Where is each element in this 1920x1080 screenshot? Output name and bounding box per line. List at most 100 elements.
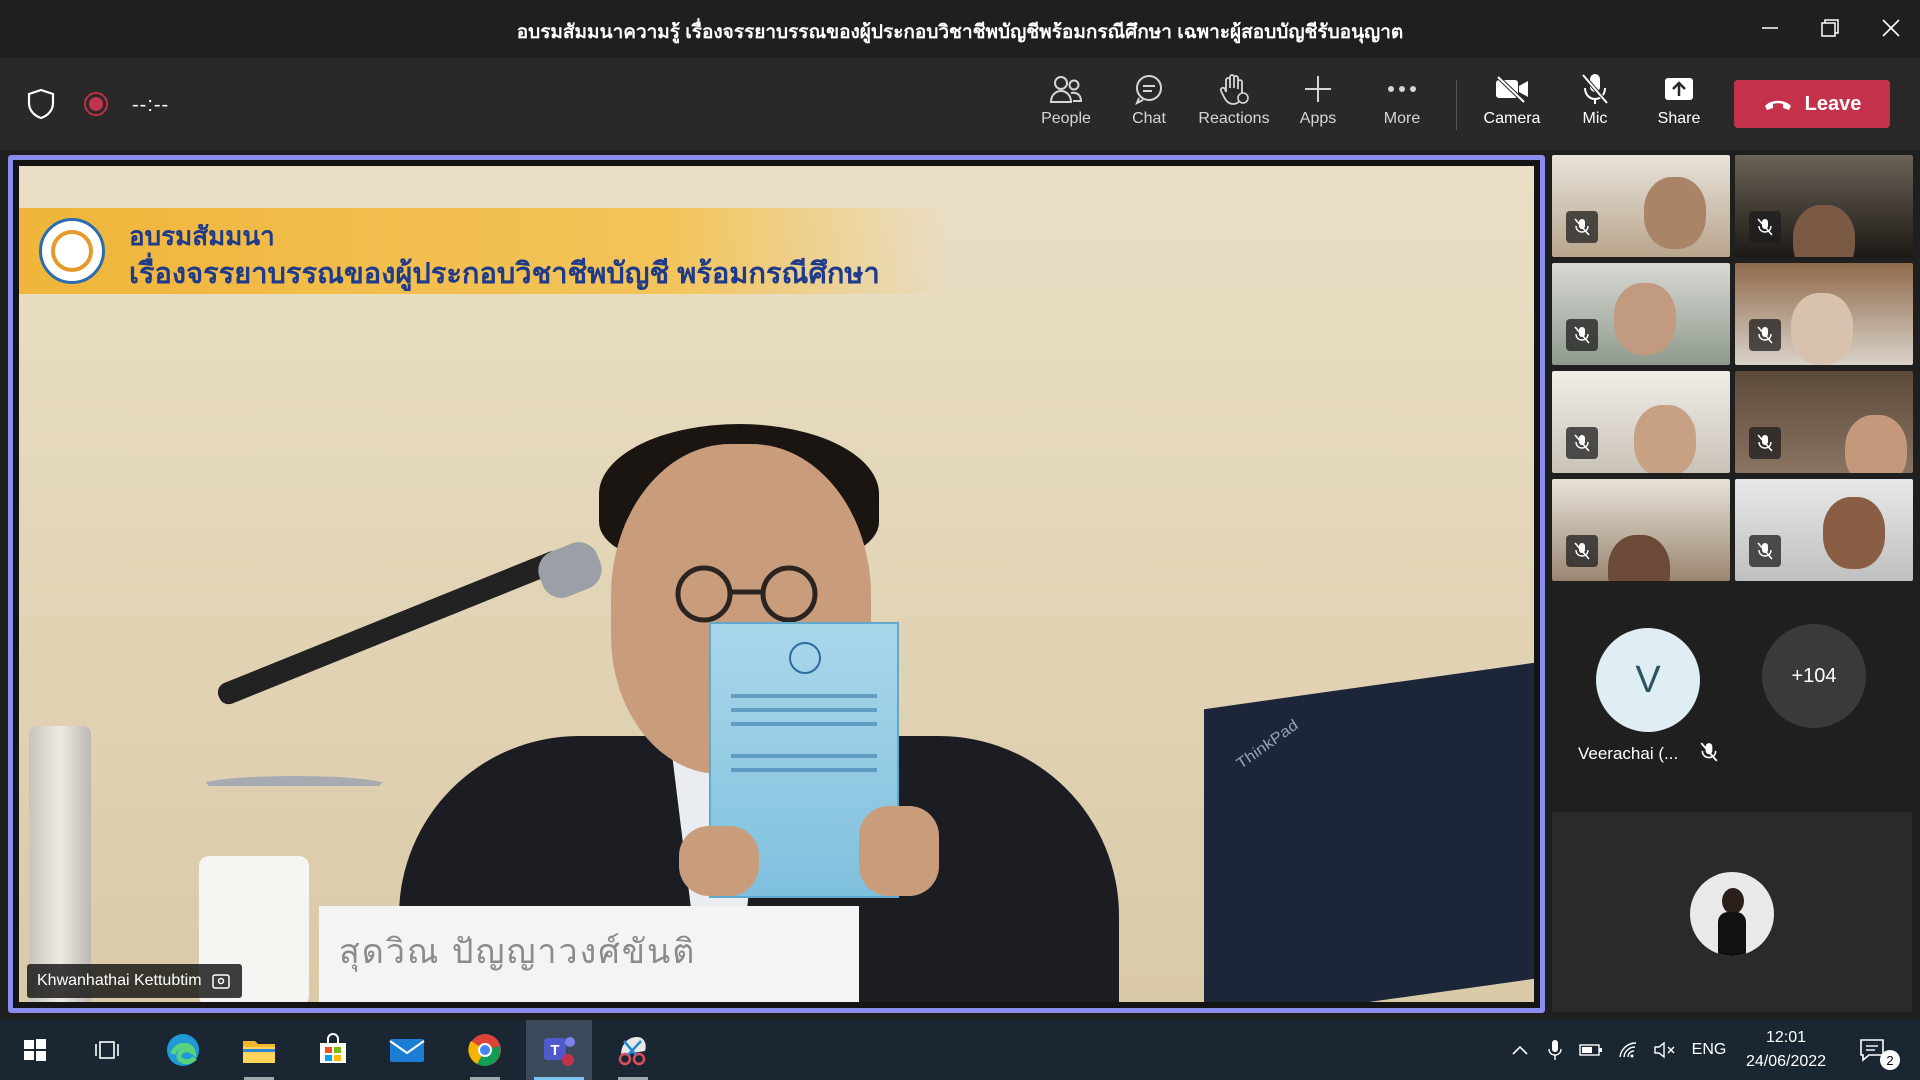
participant-tile[interactable]: [1552, 155, 1730, 257]
interpreter-avatar[interactable]: [1690, 872, 1774, 956]
minimize-button[interactable]: [1752, 12, 1788, 44]
task-view-icon: [95, 1041, 119, 1059]
toolbar-divider: [1456, 80, 1457, 130]
raise-hand-icon: [1219, 74, 1249, 105]
people-icon: [1049, 76, 1083, 103]
overflow-participants-button[interactable]: +104: [1762, 624, 1866, 728]
windows-start-icon: [24, 1039, 46, 1061]
mic-muted-badge: [1749, 427, 1781, 459]
camera-button[interactable]: Camera: [1470, 72, 1554, 136]
chevron-up-icon: [1512, 1045, 1528, 1055]
mic-off-icon: [1757, 218, 1773, 236]
battery-tray-button[interactable]: [1574, 1020, 1608, 1080]
speaker-video: อบรมสัมมนา เรื่องจรรยาบรรณของผู้ประกอบวิ…: [19, 166, 1534, 1002]
speaker-nameplate: สุดวิณ ปัญญาวงศ์ขันติ: [319, 906, 859, 1002]
laptop: ThinkPad: [1204, 662, 1534, 1002]
mic-label: Mic: [1582, 110, 1608, 127]
start-button[interactable]: [2, 1020, 68, 1080]
mic-off-icon: [1574, 434, 1590, 452]
teams-app[interactable]: T: [526, 1020, 592, 1080]
speaker-glasses: [675, 565, 818, 623]
close-icon: [1882, 19, 1900, 37]
camera-off-icon: [1496, 75, 1528, 103]
participant-tile[interactable]: [1735, 155, 1913, 257]
microphone-tray-button[interactable]: [1540, 1020, 1570, 1080]
meeting-title: อบรมสัมมนาความรู้ เรื่องจรรยาบรรณของผู้ป…: [516, 22, 1404, 43]
laptop-brand: ThinkPad: [1234, 717, 1302, 773]
meeting-toolbar: --:-- People Chat Reactions Apps More Ca…: [0, 58, 1920, 150]
mic-off-icon: [1574, 218, 1590, 236]
recording-indicator: [84, 92, 108, 116]
mic-off-icon: [1757, 326, 1773, 344]
participant-tile[interactable]: [1552, 263, 1730, 365]
microphone-arm: [214, 548, 567, 708]
store-icon: [320, 1033, 346, 1063]
mail-app[interactable]: [374, 1020, 440, 1080]
snip-icon: [618, 1037, 646, 1066]
chat-label: Chat: [1132, 110, 1166, 127]
ellipsis-icon: [1388, 86, 1416, 92]
restore-icon: [1821, 19, 1839, 37]
mic-button[interactable]: Mic: [1553, 72, 1637, 136]
microphone-gooseneck: [199, 776, 389, 796]
edge-icon: [167, 1034, 199, 1066]
reactions-button[interactable]: Reactions: [1192, 72, 1276, 136]
chat-button[interactable]: Chat: [1107, 72, 1191, 136]
speaker-right-hand: [859, 806, 939, 896]
participant-tile[interactable]: [1552, 371, 1730, 473]
more-button[interactable]: More: [1360, 72, 1444, 136]
speaker-muted-icon: [1654, 1041, 1675, 1059]
people-button[interactable]: People: [1024, 72, 1108, 136]
participant-avatar[interactable]: V: [1596, 628, 1700, 732]
file-explorer-icon: [243, 1041, 275, 1063]
input-language[interactable]: ENG: [1684, 1020, 1734, 1080]
volume-tray-button[interactable]: [1648, 1020, 1682, 1080]
participant-tile[interactable]: [1552, 479, 1730, 581]
taskbar-clock[interactable]: 12:01 24/06/2022: [1740, 1026, 1832, 1074]
main-video-stage[interactable]: อบรมสัมมนา เรื่องจรรยาบรรณของผู้ประกอบวิ…: [8, 155, 1545, 1013]
mic-muted-badge: [1749, 535, 1781, 567]
share-button[interactable]: Share: [1637, 72, 1721, 136]
speaker-left-hand: [679, 826, 759, 896]
speaker-name: Khwanhathai Kettubtim: [37, 972, 202, 989]
apps-button[interactable]: Apps: [1276, 72, 1360, 136]
store-app[interactable]: [300, 1020, 366, 1080]
teams-icon: T: [544, 1037, 575, 1066]
window-title-bar: อบรมสัมมนาความรู้ เรื่องจรรยาบรรณของผู้ป…: [0, 0, 1920, 58]
mail-icon: [389, 1039, 425, 1062]
chrome-app[interactable]: [452, 1020, 518, 1080]
nameplate-text: สุดวิณ ปัญญาวงศ์ขันติ: [339, 933, 697, 971]
plus-icon: [1305, 76, 1331, 102]
close-button[interactable]: [1873, 12, 1909, 44]
pinned-speaker-icon: [211, 974, 230, 989]
svg-text:T: T: [550, 1042, 559, 1059]
edge-app[interactable]: [150, 1020, 216, 1080]
participant-name: Veerachai (...: [1578, 744, 1679, 763]
meeting-timer: --:--: [132, 94, 170, 116]
participant-tile[interactable]: [1735, 263, 1913, 365]
meeting-info-button[interactable]: [26, 88, 56, 125]
mic-off-icon: [1757, 434, 1773, 452]
wifi-icon: [1619, 1042, 1637, 1058]
mic-off-icon: [1574, 542, 1590, 560]
snip-app[interactable]: [600, 1020, 666, 1080]
chat-icon: [1135, 75, 1162, 105]
restore-button[interactable]: [1812, 12, 1848, 44]
mic-off-icon: [1700, 742, 1718, 762]
notification-count-badge: 2: [1880, 1050, 1900, 1070]
network-tray-button[interactable]: [1612, 1020, 1646, 1080]
more-label: More: [1383, 110, 1421, 127]
participant-tile[interactable]: [1735, 479, 1913, 581]
show-hidden-icons-button[interactable]: [1504, 1020, 1536, 1080]
participant-tile[interactable]: [1735, 371, 1913, 473]
camera-label: Camera: [1483, 110, 1541, 127]
hang-up-icon: [1764, 100, 1791, 110]
mic-off-icon: [1757, 542, 1773, 560]
booklet-emblem: [789, 642, 821, 674]
battery-icon: [1579, 1044, 1602, 1056]
microphone-head: [532, 536, 608, 604]
mic-muted-badge: [1566, 535, 1598, 567]
leave-button[interactable]: Leave: [1734, 80, 1890, 128]
file-explorer-app[interactable]: [226, 1020, 292, 1080]
task-view-button[interactable]: [74, 1020, 140, 1080]
